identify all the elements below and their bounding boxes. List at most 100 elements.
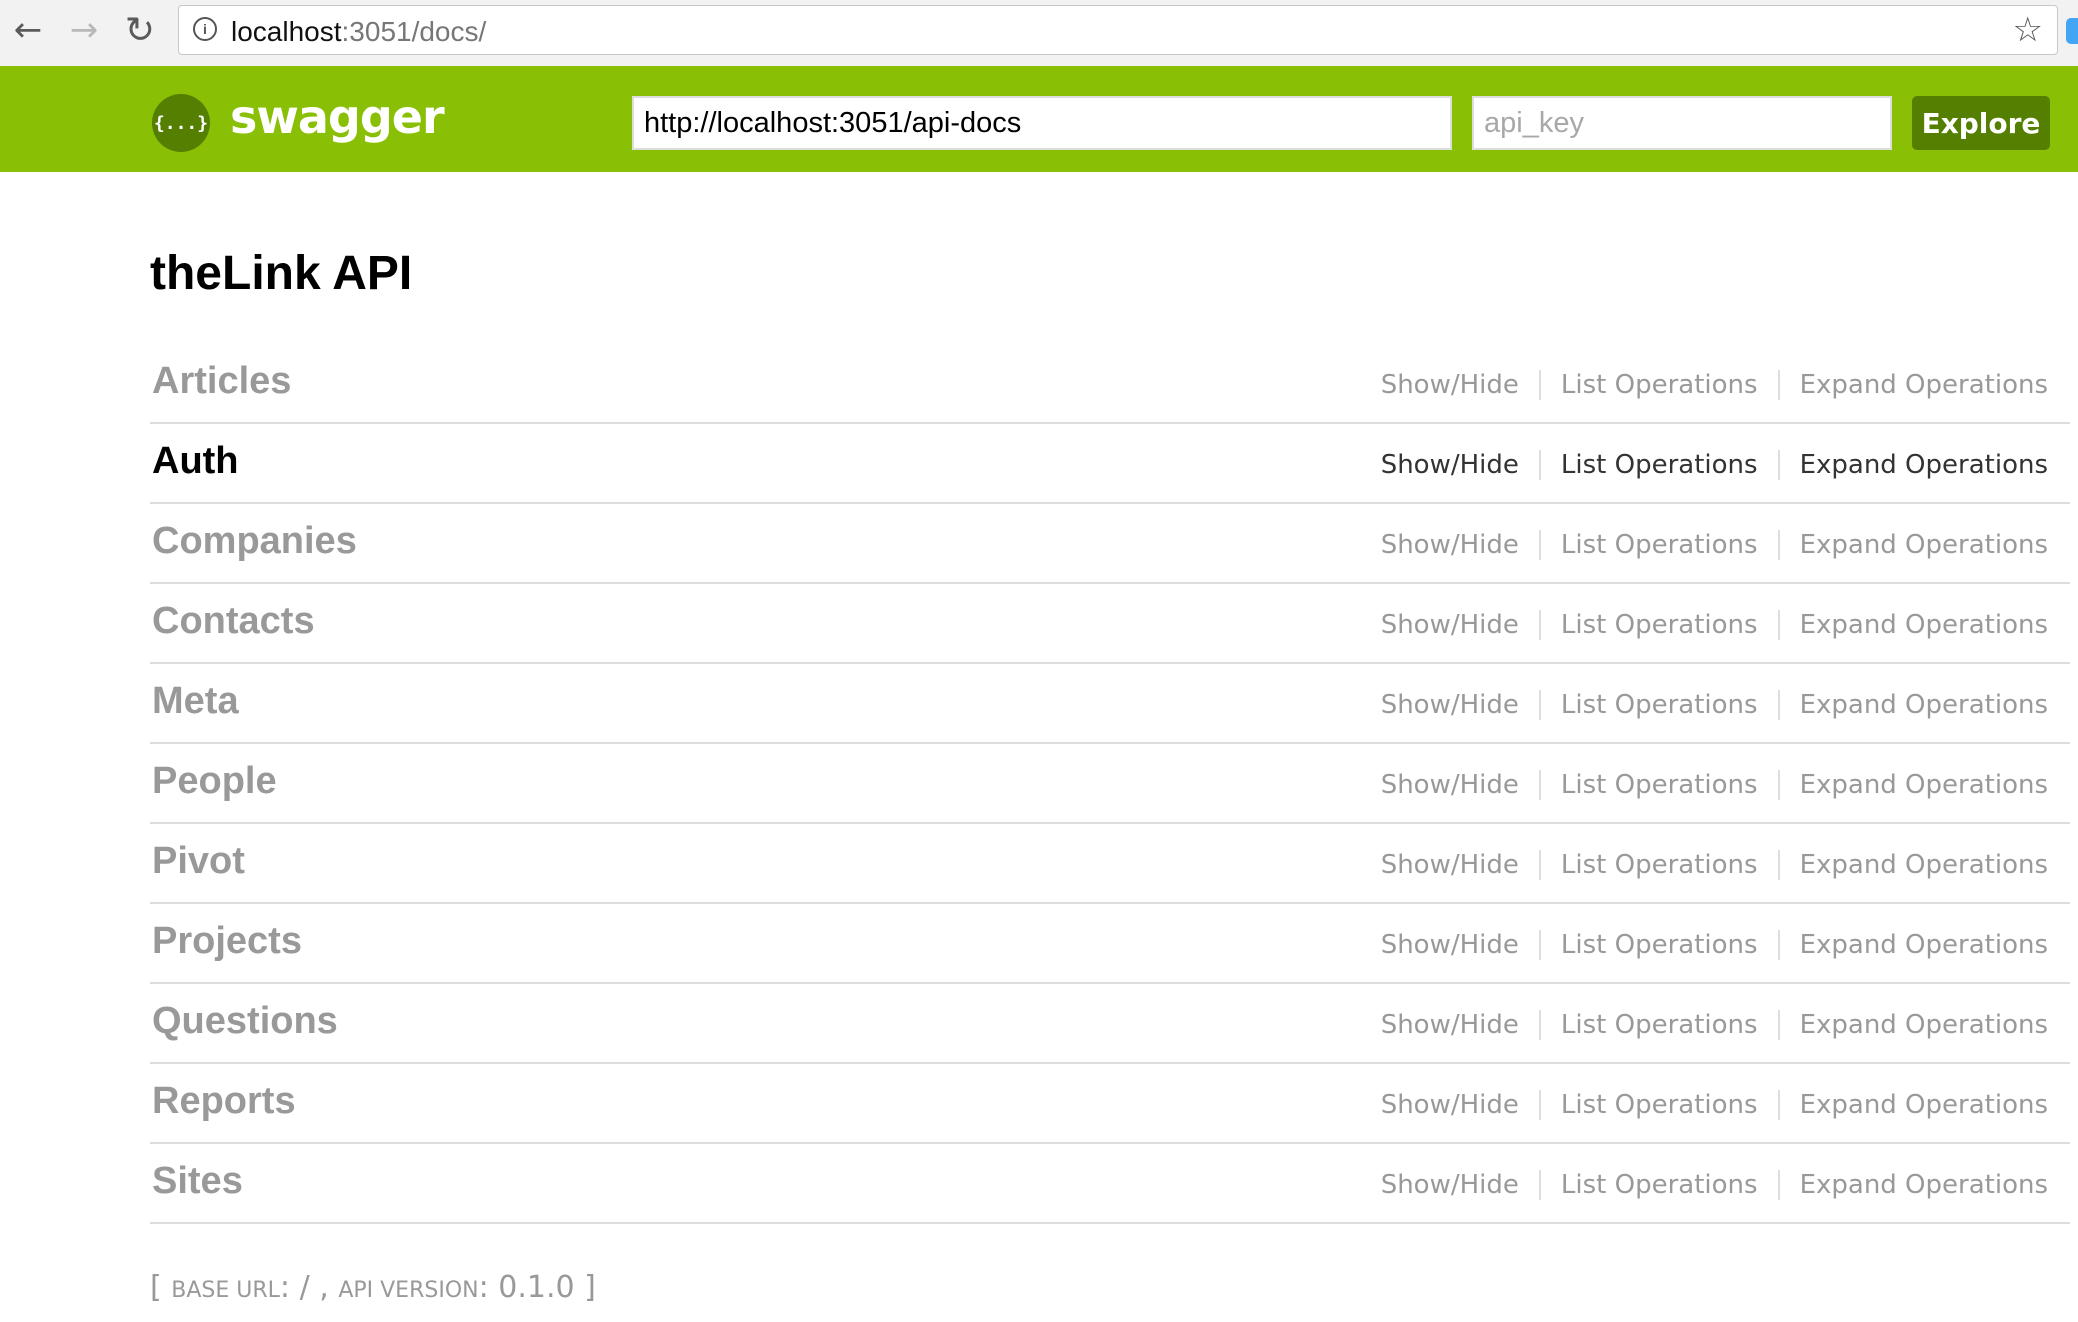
- resource-name-link[interactable]: People: [152, 760, 277, 803]
- back-arrow-icon[interactable]: ←: [6, 8, 50, 52]
- resource-operations: Show/Hide List Operations Expand Operation…: [1381, 370, 2048, 400]
- base-url-value: /: [299, 1270, 310, 1305]
- resource-name-link[interactable]: Meta: [152, 680, 239, 723]
- show-hide-link[interactable]: Show/Hide: [1381, 530, 1519, 560]
- api-key-input[interactable]: [1472, 96, 1892, 150]
- separator: [1777, 1090, 1780, 1120]
- show-hide-link[interactable]: Show/Hide: [1381, 370, 1519, 400]
- logo-glyph: {...}: [153, 112, 209, 134]
- swagger-logo-icon[interactable]: {...}: [152, 94, 210, 152]
- resource-row: Auth Show/Hide List Operations Expand Opera…: [150, 424, 2070, 504]
- base-url-label: base url: [171, 1278, 280, 1303]
- show-hide-link[interactable]: Show/Hide: [1381, 770, 1519, 800]
- list-operations-link[interactable]: List Operations: [1561, 770, 1758, 800]
- list-operations-link[interactable]: List Operations: [1561, 370, 1758, 400]
- resource-name-link[interactable]: Contacts: [152, 600, 315, 643]
- expand-operations-link[interactable]: Expand Operations: [1800, 450, 2048, 480]
- show-hide-link[interactable]: Show/Hide: [1381, 450, 1519, 480]
- expand-operations-link[interactable]: Expand Operations: [1800, 1090, 2048, 1120]
- separator: [1777, 770, 1780, 800]
- list-operations-link[interactable]: List Operations: [1561, 450, 1758, 480]
- show-hide-link[interactable]: Show/Hide: [1381, 1090, 1519, 1120]
- browser-toolbar: ← → ↻ i localhost:3051/docs/ ☆: [0, 0, 2078, 67]
- list-operations-link[interactable]: List Operations: [1561, 530, 1758, 560]
- separator: [1777, 1170, 1780, 1200]
- extension-icon[interactable]: [2066, 18, 2078, 44]
- expand-operations-link[interactable]: Expand Operations: [1800, 610, 2048, 640]
- list-operations-link[interactable]: List Operations: [1561, 850, 1758, 880]
- resource-row: Contacts Show/Hide List Operations Expand O…: [150, 584, 2070, 664]
- api-version-label: api version: [338, 1278, 479, 1303]
- separator: [1777, 690, 1780, 720]
- explore-button[interactable]: Explore: [1912, 96, 2050, 150]
- footer-open-bracket: [: [150, 1270, 162, 1305]
- resource-row: People Show/Hide List Operations Expand Ope…: [150, 744, 2070, 824]
- show-hide-link[interactable]: Show/Hide: [1381, 930, 1519, 960]
- expand-operations-link[interactable]: Expand Operations: [1800, 690, 2048, 720]
- separator: [1538, 690, 1541, 720]
- resource-name-link[interactable]: Pivot: [152, 840, 245, 883]
- separator: [1538, 850, 1541, 880]
- info-icon[interactable]: i: [193, 17, 217, 41]
- swagger-logo-text[interactable]: swagger: [230, 90, 445, 144]
- resource-row: Reports Show/Hide List Operations Expand Op…: [150, 1064, 2070, 1144]
- resource-row: Companies Show/Hide List Operations Expand …: [150, 504, 2070, 584]
- separator: [1538, 1170, 1541, 1200]
- resource-operations: Show/Hide List Operations Expand Operation…: [1381, 610, 2048, 640]
- expand-operations-link[interactable]: Expand Operations: [1800, 370, 2048, 400]
- footer-comma: ,: [319, 1270, 329, 1305]
- forward-arrow-icon[interactable]: →: [62, 8, 106, 52]
- address-bar[interactable]: i localhost:3051/docs/ ☆: [178, 5, 2058, 55]
- show-hide-link[interactable]: Show/Hide: [1381, 1170, 1519, 1200]
- separator: [1777, 610, 1780, 640]
- api-url-input[interactable]: [632, 96, 1452, 150]
- separator: [1538, 770, 1541, 800]
- show-hide-link[interactable]: Show/Hide: [1381, 850, 1519, 880]
- separator: [1777, 930, 1780, 960]
- list-operations-link[interactable]: List Operations: [1561, 690, 1758, 720]
- list-operations-link[interactable]: List Operations: [1561, 1010, 1758, 1040]
- api-info-footer: [ base url: / , api version: 0.1.0 ]: [150, 1270, 596, 1305]
- list-operations-link[interactable]: List Operations: [1561, 1170, 1758, 1200]
- swagger-header: {...} swagger Explore: [0, 66, 2078, 172]
- resource-operations: Show/Hide List Operations Expand Operation…: [1381, 530, 2048, 560]
- expand-operations-link[interactable]: Expand Operations: [1800, 530, 2048, 560]
- bookmark-star-icon[interactable]: ☆: [2013, 10, 2043, 50]
- resource-name-link[interactable]: Sites: [152, 1160, 243, 1203]
- resource-list: Articles Show/Hide List Operations Expand O…: [150, 344, 2070, 1224]
- page-title: theLink API: [150, 247, 413, 300]
- address-url[interactable]: localhost:3051/docs/: [231, 16, 486, 48]
- separator: [1538, 370, 1541, 400]
- url-path: :3051/docs/: [341, 16, 487, 47]
- show-hide-link[interactable]: Show/Hide: [1381, 690, 1519, 720]
- resource-operations: Show/Hide List Operations Expand Operation…: [1381, 1090, 2048, 1120]
- expand-operations-link[interactable]: Expand Operations: [1800, 1170, 2048, 1200]
- show-hide-link[interactable]: Show/Hide: [1381, 1010, 1519, 1040]
- resource-operations: Show/Hide List Operations Expand Operation…: [1381, 690, 2048, 720]
- api-version-colon: :: [478, 1270, 489, 1305]
- resource-name-link[interactable]: Questions: [152, 1000, 338, 1043]
- expand-operations-link[interactable]: Expand Operations: [1800, 770, 2048, 800]
- separator: [1538, 610, 1541, 640]
- list-operations-link[interactable]: List Operations: [1561, 930, 1758, 960]
- resource-operations: Show/Hide List Operations Expand Operation…: [1381, 1170, 2048, 1200]
- resource-name-link[interactable]: Articles: [152, 360, 291, 403]
- expand-operations-link[interactable]: Expand Operations: [1800, 850, 2048, 880]
- list-operations-link[interactable]: List Operations: [1561, 610, 1758, 640]
- separator: [1538, 930, 1541, 960]
- resource-name-link[interactable]: Companies: [152, 520, 357, 563]
- resource-name-link[interactable]: Reports: [152, 1080, 296, 1123]
- resource-name-link[interactable]: Projects: [152, 920, 302, 963]
- resource-row: Meta Show/Hide List Operations Expand Opera…: [150, 664, 2070, 744]
- resource-name-link[interactable]: Auth: [152, 440, 239, 483]
- separator: [1777, 530, 1780, 560]
- expand-operations-link[interactable]: Expand Operations: [1800, 1010, 2048, 1040]
- resource-operations: Show/Hide List Operations Expand Operation…: [1381, 1010, 2048, 1040]
- separator: [1538, 1090, 1541, 1120]
- expand-operations-link[interactable]: Expand Operations: [1800, 930, 2048, 960]
- resource-operations: Show/Hide List Operations Expand Operation…: [1381, 850, 2048, 880]
- show-hide-link[interactable]: Show/Hide: [1381, 610, 1519, 640]
- list-operations-link[interactable]: List Operations: [1561, 1090, 1758, 1120]
- footer-close-bracket: ]: [584, 1270, 596, 1305]
- reload-icon[interactable]: ↻: [118, 8, 162, 52]
